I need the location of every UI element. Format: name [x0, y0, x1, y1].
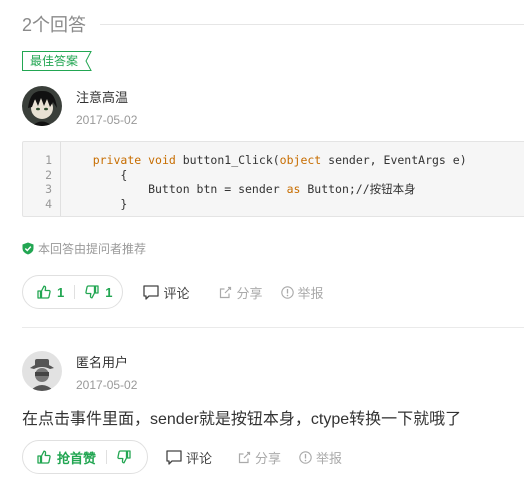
- share-label: 分享: [236, 285, 263, 301]
- second-answer-user: 匿名用户 2017-05-02: [22, 351, 137, 393]
- best-answer-badge: 最佳答案: [22, 51, 92, 71]
- line-number: 1: [45, 153, 52, 167]
- code-line-2: {: [65, 167, 128, 182]
- user-avatar[interactable]: [22, 86, 62, 126]
- badge-ribbon-tail: [82, 51, 92, 71]
- recommended-note-text: 本回答由提问者推荐: [38, 242, 147, 256]
- user-name[interactable]: 注意高温: [76, 90, 137, 106]
- answer-text: 在点击事件里面，sender就是按钮本身，ctype转换一下就哦了: [22, 411, 462, 428]
- code-lines: private void button1_Click(object sender…: [61, 142, 467, 216]
- report-icon: [299, 450, 312, 464]
- report-label: 举报: [297, 285, 324, 301]
- answers-header: 2个回答: [22, 12, 524, 36]
- code-line-1: private void button1_Click(object sender…: [92, 153, 467, 167]
- comment-button[interactable]: 评论: [166, 448, 212, 467]
- downvote-button[interactable]: [117, 450, 137, 464]
- first-like-label: 抢首赞: [57, 450, 97, 466]
- share-button[interactable]: 分享: [219, 283, 263, 302]
- line-numbers: 1 2 3 4: [23, 142, 61, 216]
- anime-avatar-image: [22, 86, 62, 126]
- share-icon: [220, 286, 232, 298]
- header-divider: [100, 23, 524, 25]
- upvote-count: 1: [57, 284, 65, 300]
- share-icon: [238, 451, 251, 463]
- vote-pill: 抢首赞: [22, 440, 149, 474]
- best-answer-actions: 1 1 评论 分享 举报: [22, 275, 324, 309]
- anonymous-avatar: [22, 351, 62, 391]
- answers-page: 2个回答 最佳答案 注意高温 2017-05-02 1 2 3 4 privat…: [0, 0, 524, 483]
- vote-separator: [106, 450, 108, 464]
- downvote-count: 1: [105, 284, 113, 300]
- recommended-note: 本回答由提问者推荐: [22, 240, 146, 257]
- answer-divider: [22, 327, 524, 328]
- report-label: 举报: [316, 450, 343, 466]
- best-answer-badge-label: 最佳答案: [22, 51, 83, 71]
- comment-icon: [166, 449, 182, 465]
- code-line-3: Button btn = sender as Button;//按钮本身: [65, 182, 416, 196]
- line-number: 2: [45, 167, 52, 182]
- share-label: 分享: [255, 450, 282, 466]
- code-block: 1 2 3 4 private void button1_Click(objec…: [22, 141, 524, 217]
- comment-label: 评论: [186, 450, 213, 466]
- report-button[interactable]: 举报: [299, 448, 342, 467]
- comment-icon: [143, 284, 160, 300]
- upvote-button[interactable]: 1: [37, 285, 64, 300]
- vote-pill: 1 1: [22, 275, 124, 309]
- share-button[interactable]: 分享: [238, 448, 281, 467]
- first-like-button[interactable]: 抢首赞: [37, 448, 96, 467]
- second-answer-actions: 抢首赞 评论 分享 举报: [22, 440, 342, 474]
- code-line-4: }: [65, 196, 128, 211]
- thumbs-up-icon: [37, 450, 51, 464]
- comment-button[interactable]: 评论: [143, 283, 189, 302]
- report-icon: [280, 285, 294, 299]
- line-number: 3: [45, 182, 52, 196]
- thumbs-down-icon: [117, 450, 131, 464]
- report-button[interactable]: 举报: [280, 283, 324, 302]
- anonymous-user-name: 匿名用户: [76, 355, 129, 370]
- shield-check-icon: [22, 242, 34, 255]
- line-number: 4: [45, 196, 52, 211]
- answer-date: 2017-05-02: [76, 113, 138, 127]
- thumbs-down-icon: [85, 285, 99, 299]
- answer-date: 2017-05-02: [76, 378, 138, 392]
- vote-separator: [74, 285, 76, 299]
- comment-label: 评论: [163, 285, 190, 301]
- anonymous-user-icon: [22, 351, 62, 391]
- downvote-button[interactable]: 1: [85, 285, 112, 300]
- thumbs-up-icon: [37, 285, 51, 299]
- answer-count: 2个回答: [22, 15, 87, 35]
- best-answer-user: 注意高温 2017-05-02: [22, 86, 137, 128]
